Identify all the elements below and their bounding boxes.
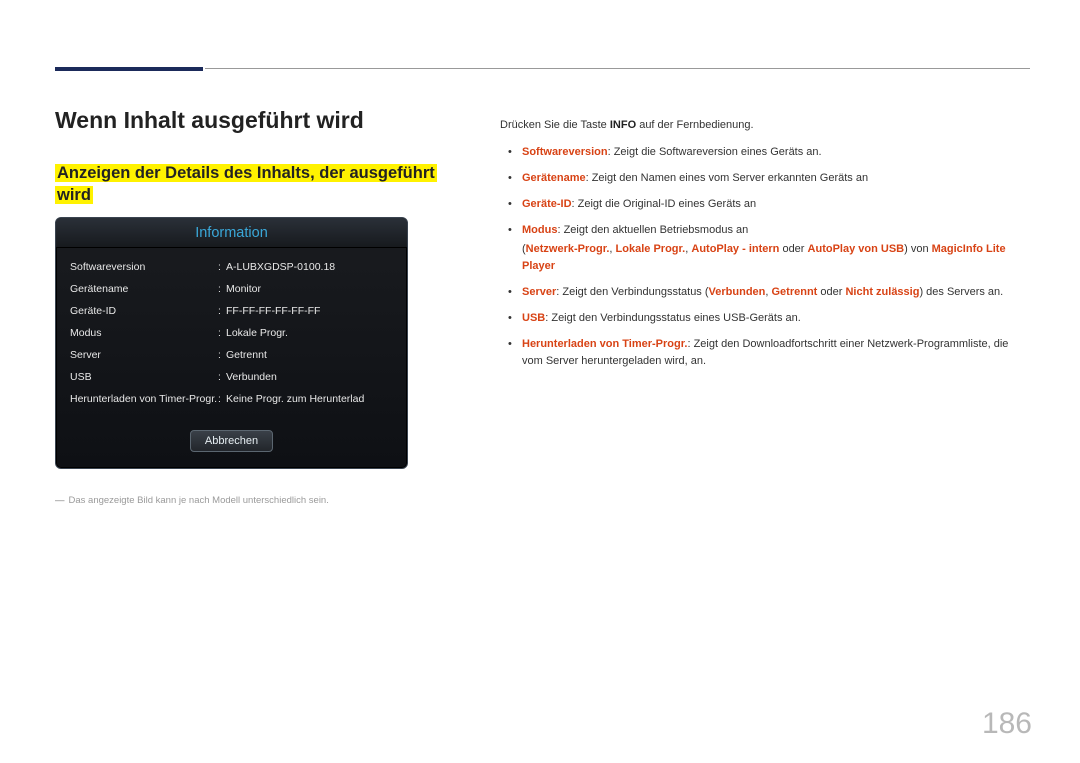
list-item: Geräte-ID: Zeigt die Original-ID eines G… — [500, 196, 1030, 213]
list-item: Softwareversion: Zeigt die Softwareversi… — [500, 144, 1030, 161]
info-label: Gerätename — [70, 283, 218, 295]
cancel-button[interactable]: Abbrechen — [190, 430, 273, 452]
highlight-line-1: Anzeigen der Details des Inhalts, der au… — [55, 164, 437, 182]
term: Gerätename — [522, 172, 586, 184]
list-item: Server: Zeigt den Verbindungsstatus (Ver… — [500, 284, 1030, 301]
info-row: USB : Verbunden — [70, 366, 393, 388]
term: USB — [522, 312, 545, 324]
page-subtitle: Anzeigen der Details des Inhalts, der au… — [55, 162, 460, 207]
info-row: Modus : Lokale Progr. — [70, 322, 393, 344]
information-panel: Information Softwareversion : A-LUBXGDSP… — [55, 217, 408, 469]
info-row: Server : Getrennt — [70, 344, 393, 366]
info-row: Gerätename : Monitor — [70, 278, 393, 300]
term: Modus — [522, 224, 557, 236]
panel-footer: Abbrechen — [56, 416, 407, 468]
info-row: Herunterladen von Timer-Progr. : Keine P… — [70, 388, 393, 410]
panel-body: Softwareversion : A-LUBXGDSP-0100.18 Ger… — [56, 248, 407, 416]
info-value: Monitor — [224, 283, 393, 295]
key-info: INFO — [610, 119, 636, 131]
info-label: USB — [70, 371, 218, 383]
modus-options: (Netzwerk-Progr., Lokale Progr., AutoPla… — [522, 239, 1030, 275]
info-row: Geräte-ID : FF-FF-FF-FF-FF-FF — [70, 300, 393, 322]
info-label: Geräte-ID — [70, 305, 218, 317]
term: Server — [522, 286, 556, 298]
info-value: A-LUBXGDSP-0100.18 — [224, 261, 393, 273]
info-value: Getrennt — [224, 349, 393, 361]
info-row: Softwareversion : A-LUBXGDSP-0100.18 — [70, 256, 393, 278]
list-item: USB: Zeigt den Verbindungsstatus eines U… — [500, 310, 1030, 327]
list-item: Gerätename: Zeigt den Namen eines vom Se… — [500, 170, 1030, 187]
term: Softwareversion — [522, 146, 608, 158]
list-item: Modus: Zeigt den aktuellen Betriebsmodus… — [500, 222, 1030, 275]
info-label: Modus — [70, 327, 218, 339]
info-value: Lokale Progr. — [224, 327, 393, 339]
info-label: Softwareversion — [70, 261, 218, 273]
term: Herunterladen von Timer-Progr. — [522, 338, 687, 350]
info-value: Verbunden — [224, 371, 393, 383]
intro-text: Drücken Sie die Taste INFO auf der Fernb… — [500, 117, 1030, 134]
info-value: Keine Progr. zum Herunterlad — [224, 393, 393, 405]
info-label: Server — [70, 349, 218, 361]
page-number: 186 — [982, 707, 1032, 741]
page-title: Wenn Inhalt ausgeführt wird — [55, 107, 460, 134]
header-rule — [205, 68, 1030, 69]
panel-header: Information — [56, 218, 407, 248]
caption-text: Das angezeigte Bild kann je nach Modell … — [69, 495, 329, 506]
info-label: Herunterladen von Timer-Progr. — [70, 393, 218, 405]
list-item: Herunterladen von Timer-Progr.: Zeigt de… — [500, 336, 1030, 370]
term: Geräte-ID — [522, 198, 572, 210]
highlight-line-2: wird — [55, 186, 93, 204]
description-list: Softwareversion: Zeigt die Softwareversi… — [500, 144, 1030, 370]
image-caption: ―Das angezeigte Bild kann je nach Modell… — [55, 495, 460, 506]
header-bar — [55, 67, 203, 71]
info-value: FF-FF-FF-FF-FF-FF — [224, 305, 393, 317]
